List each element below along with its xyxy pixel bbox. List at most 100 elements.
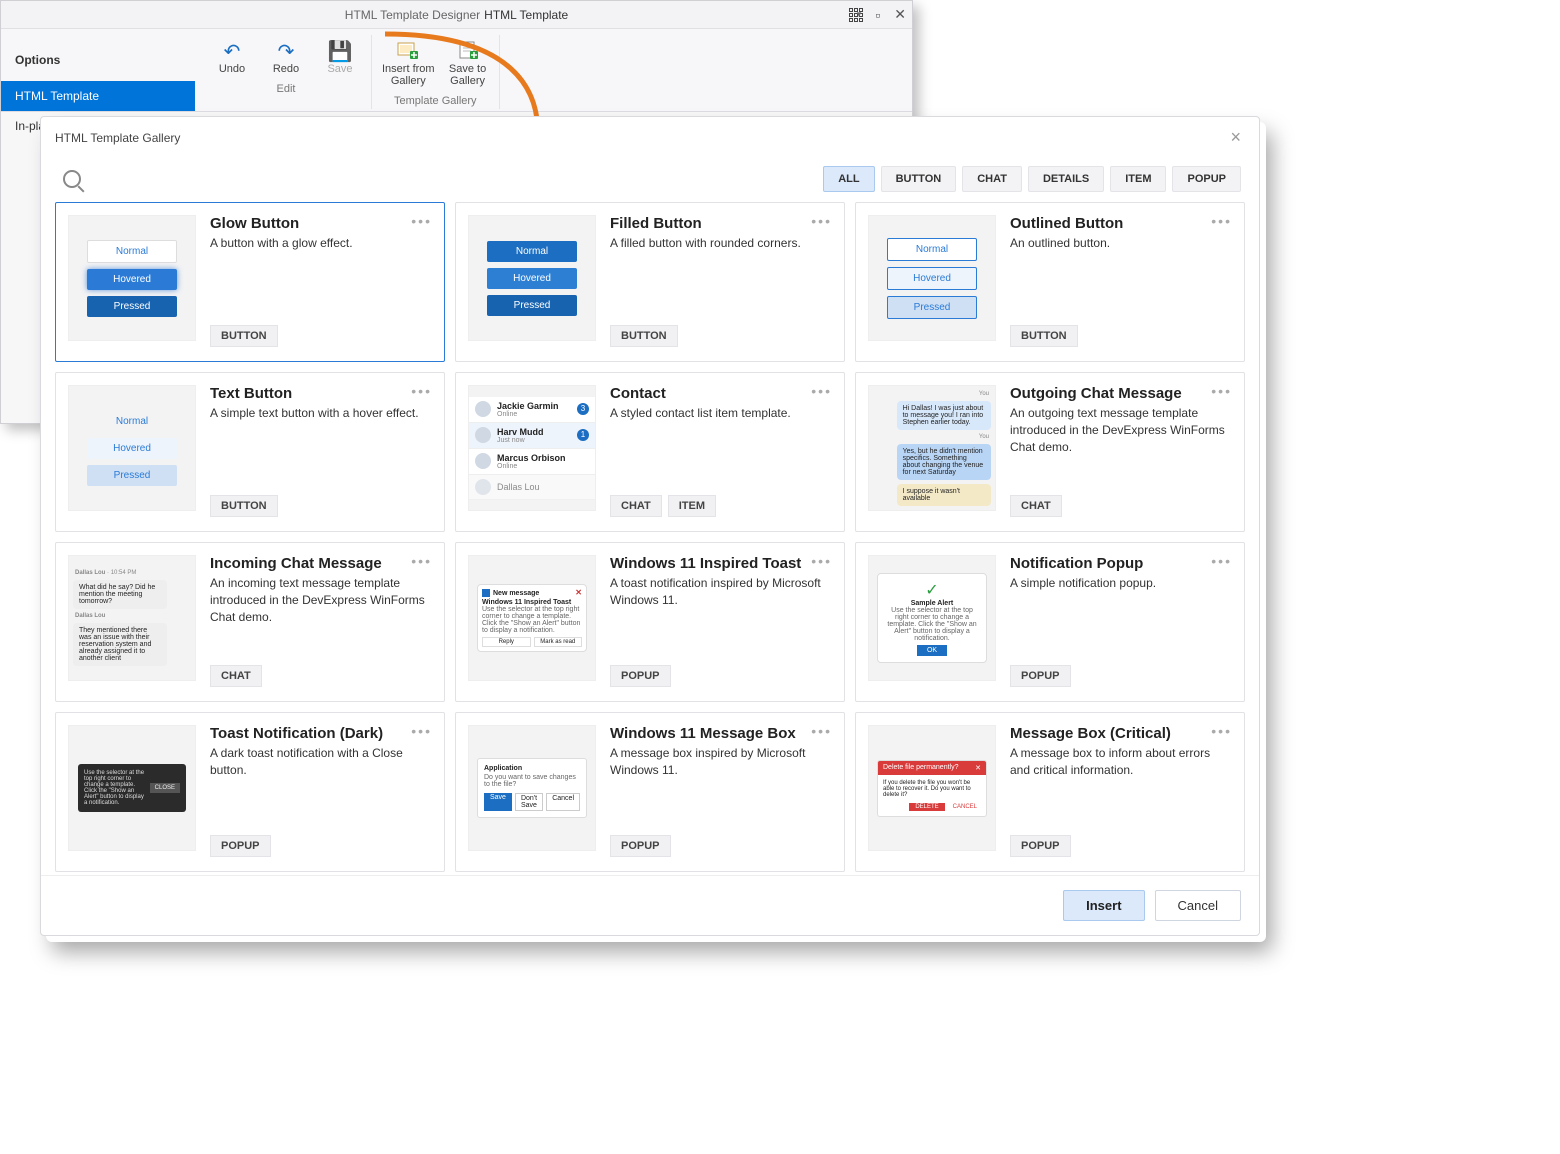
- c-name: Harv Mudd: [497, 427, 544, 437]
- tag: BUTTON: [210, 325, 278, 347]
- card-menu-icon[interactable]: •••: [1211, 553, 1232, 569]
- card-dark-toast[interactable]: ••• Use the selector at the top right co…: [55, 712, 445, 872]
- pill-hovered: Hovered: [87, 269, 177, 290]
- pill-pressed: Pressed: [87, 296, 177, 317]
- card-incoming-chat[interactable]: ••• Dallas Lou · 10:54 PM What did he sa…: [55, 542, 445, 702]
- msg: What did he say? Did he mention the meet…: [73, 580, 167, 609]
- undo-button[interactable]: ↶Undo: [207, 35, 257, 79]
- card-desc: A button with a glow effect.: [210, 235, 430, 252]
- filter-item[interactable]: ITEM: [1110, 166, 1166, 192]
- pill-normal: Normal: [487, 241, 577, 262]
- thumb: Jackie GarminOnline3 Harv MuddJust now1 …: [468, 385, 596, 511]
- tag: ITEM: [668, 495, 716, 517]
- options-header: Options: [1, 49, 195, 81]
- card-win11-toast[interactable]: ••• New message✕ Windows 11 Inspired Toa…: [455, 542, 845, 702]
- card-title: Glow Button: [210, 215, 430, 232]
- edit-group-label: Edit: [277, 79, 296, 97]
- gallery-title: HTML Template Gallery: [55, 131, 180, 145]
- card-win11-msgbox[interactable]: ••• Application Do you want to save chan…: [455, 712, 845, 872]
- search-icon[interactable]: [63, 170, 81, 188]
- c-name: Dallas Lou: [497, 482, 589, 492]
- card-menu-icon[interactable]: •••: [811, 553, 832, 569]
- card-contact[interactable]: ••• Jackie GarminOnline3 Harv MuddJust n…: [455, 372, 845, 532]
- thumb: Normal Hovered Pressed: [468, 215, 596, 341]
- card-title: Notification Popup: [1010, 555, 1230, 572]
- cancel-button[interactable]: Cancel: [1155, 890, 1241, 921]
- filter-popup[interactable]: POPUP: [1172, 166, 1241, 192]
- cards-grid: ••• Normal Hovered Pressed Glow Button A…: [55, 202, 1245, 872]
- card-desc: A message box to inform about errors and…: [1010, 745, 1230, 779]
- card-menu-icon[interactable]: •••: [1211, 723, 1232, 739]
- card-desc: A styled contact list item template.: [610, 405, 830, 422]
- gallery-close-icon[interactable]: ×: [1230, 127, 1245, 148]
- close-icon[interactable]: ✕: [894, 6, 906, 23]
- card-title: Windows 11 Inspired Toast: [610, 555, 830, 572]
- insert-from-gallery-icon: [394, 39, 422, 63]
- card-menu-icon[interactable]: •••: [411, 383, 432, 399]
- tag: CHAT: [610, 495, 662, 517]
- filter-details[interactable]: DETAILS: [1028, 166, 1104, 192]
- msg: Yes, but he didn't mention specifics. So…: [897, 444, 991, 480]
- insert-from-gallery-button[interactable]: Insert from Gallery: [378, 35, 439, 91]
- card-text-button[interactable]: ••• Normal Hovered Pressed Text Button A…: [55, 372, 445, 532]
- pill-pressed: Pressed: [487, 295, 577, 316]
- card-title: Text Button: [210, 385, 430, 402]
- check-icon: ✓: [884, 580, 980, 600]
- tag: CHAT: [1010, 495, 1062, 517]
- ifg-l1: Insert from: [382, 63, 435, 75]
- card-title: Windows 11 Message Box: [610, 725, 830, 742]
- ms: Save: [484, 793, 512, 811]
- card-menu-icon[interactable]: •••: [1211, 213, 1232, 229]
- card-menu-icon[interactable]: •••: [411, 213, 432, 229]
- ribbon-group-gallery: Insert from Gallery Save to Gallery Temp…: [372, 35, 500, 109]
- pill-hovered: Hovered: [487, 268, 577, 289]
- msg: I suppose it wasn't available: [897, 484, 991, 506]
- card-menu-icon[interactable]: •••: [1211, 383, 1232, 399]
- tag: POPUP: [610, 835, 671, 857]
- c-st: Online: [497, 411, 571, 418]
- thumb: Normal Hovered Pressed: [868, 215, 996, 341]
- pill-pressed: Pressed: [87, 465, 177, 486]
- thumb: ✓ Sample Alert Use the selector at the t…: [868, 555, 996, 681]
- dc: CLOSE: [150, 783, 180, 793]
- card-filled-button[interactable]: ••• Normal Hovered Pressed Filled Button…: [455, 202, 845, 362]
- save-to-gallery-button[interactable]: Save to Gallery: [443, 35, 493, 91]
- card-desc: A toast notification inspired by Microso…: [610, 575, 830, 609]
- card-outlined-button[interactable]: ••• Normal Hovered Pressed Outlined Butt…: [855, 202, 1245, 362]
- card-menu-icon[interactable]: •••: [811, 723, 832, 739]
- stg-l1: Save to: [449, 63, 486, 75]
- redo-button[interactable]: ↷Redo: [261, 35, 311, 79]
- nav-html-template[interactable]: HTML Template: [1, 81, 195, 111]
- thumb: You Hi Dallas! I was just about to messa…: [868, 385, 996, 511]
- cb: If you delete the file you won't be able…: [878, 775, 986, 803]
- card-outgoing-chat[interactable]: ••• You Hi Dallas! I was just about to m…: [855, 372, 1245, 532]
- nm: Dallas Lou: [75, 570, 105, 576]
- card-desc: A message box inspired by Microsoft Wind…: [610, 745, 830, 779]
- card-menu-icon[interactable]: •••: [811, 213, 832, 229]
- card-menu-icon[interactable]: •••: [411, 553, 432, 569]
- card-menu-icon[interactable]: •••: [411, 723, 432, 739]
- card-notification-popup[interactable]: ••• ✓ Sample Alert Use the selector at t…: [855, 542, 1245, 702]
- card-desc: A simple notification popup.: [1010, 575, 1230, 592]
- tb: Use the selector at the top right corner…: [482, 606, 582, 634]
- thumb: Normal Hovered Pressed: [68, 215, 196, 341]
- card-critical-msgbox[interactable]: ••• Delete file permanently?✕ If you del…: [855, 712, 1245, 872]
- filter-button[interactable]: BUTTON: [881, 166, 957, 192]
- msg: They mentioned there was an issue with t…: [73, 623, 167, 666]
- filter-chat[interactable]: CHAT: [962, 166, 1022, 192]
- maximize-icon[interactable]: ▫: [875, 7, 880, 23]
- card-glow-button[interactable]: ••• Normal Hovered Pressed Glow Button A…: [55, 202, 445, 362]
- card-desc: A dark toast notification with a Close b…: [210, 745, 430, 779]
- ok: OK: [917, 645, 947, 656]
- card-menu-icon[interactable]: •••: [811, 383, 832, 399]
- pill-hovered: Hovered: [87, 438, 177, 459]
- th: Windows 11 Inspired Toast: [482, 599, 582, 606]
- layout-picker-icon[interactable]: ▾: [849, 8, 862, 22]
- insert-button[interactable]: Insert: [1063, 890, 1144, 921]
- tag: POPUP: [1010, 665, 1071, 687]
- ah: Sample Alert: [884, 600, 980, 607]
- card-title: Message Box (Critical): [1010, 725, 1230, 742]
- filter-all[interactable]: ALL: [823, 166, 874, 192]
- mb: Do you want to save changes to the file?: [484, 774, 580, 788]
- ifg-l2: Gallery: [391, 75, 426, 87]
